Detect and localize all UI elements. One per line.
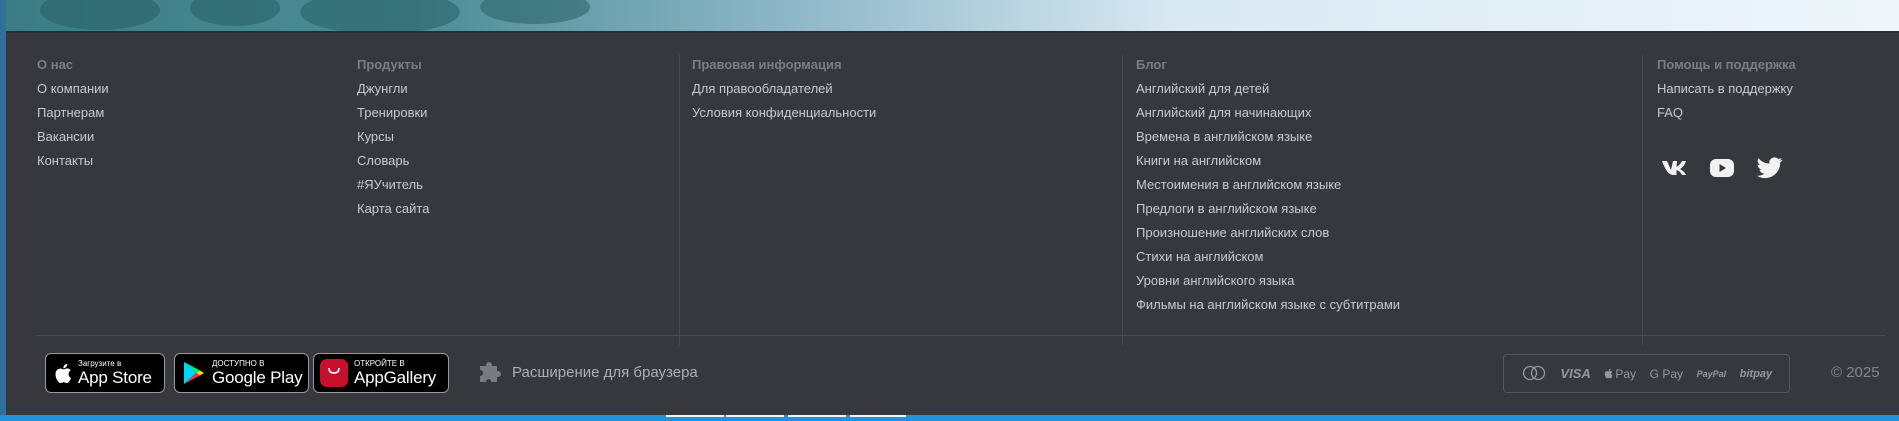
vk-icon[interactable] xyxy=(1661,155,1687,181)
footer-link-blog-beginners[interactable]: Английский для начинающих xyxy=(1136,105,1400,129)
footer-link-blog-pronunciation[interactable]: Произношение английских слов xyxy=(1136,225,1400,249)
footer-link-blog-poems[interactable]: Стихи на английском xyxy=(1136,249,1400,273)
visa-logo: VISA xyxy=(1560,366,1591,381)
footer-link-jungle[interactable]: Джунгли xyxy=(357,81,429,105)
footer-link-contacts[interactable]: Контакты xyxy=(37,153,109,177)
bottom-strip xyxy=(0,415,1899,421)
footer-link-sitemap[interactable]: Карта сайта xyxy=(357,201,429,225)
app-store-badge[interactable]: Загрузите в App Store xyxy=(45,353,165,393)
footer-link-vacancies[interactable]: Вакансии xyxy=(37,129,109,153)
column-title: Продукты xyxy=(357,57,422,72)
column-title: О нас xyxy=(37,57,74,72)
footer-link-write-support[interactable]: Написать в поддержку xyxy=(1657,81,1796,105)
store-name: AppGallery xyxy=(354,368,437,387)
social-links xyxy=(1661,155,1783,181)
store-caption: ДОСТУПНО В xyxy=(212,359,265,368)
footer-column-blog: Блог Английский для детей Английский для… xyxy=(1136,57,1400,321)
google-pay-logo: G Pay xyxy=(1649,366,1684,381)
paypal-logo: PayPal xyxy=(1696,368,1727,379)
footer-link-blog-pronouns[interactable]: Местоимения в английском языке xyxy=(1136,177,1400,201)
store-caption: ОТКРОЙТЕ В xyxy=(354,359,405,368)
google-play-icon xyxy=(183,361,205,385)
column-title: Помощь и поддержка xyxy=(1657,57,1796,72)
apple-icon xyxy=(54,363,72,384)
extension-label: Расширение для браузера xyxy=(512,363,698,381)
column-divider xyxy=(1122,55,1123,345)
footer-link-blog-books[interactable]: Книги на английском xyxy=(1136,153,1400,177)
browser-extension-link[interactable]: Расширение для браузера xyxy=(478,360,698,384)
column-divider xyxy=(679,55,680,345)
mastercard-icon xyxy=(1521,365,1547,383)
footer-link-partners[interactable]: Партнерам xyxy=(37,105,109,129)
footer-link-blog-tenses[interactable]: Времена в английском языке xyxy=(1136,129,1400,153)
footer-link-courses[interactable]: Курсы xyxy=(357,129,429,153)
footer-column-support: Помощь и поддержка Написать в поддержку … xyxy=(1657,57,1796,129)
footer-link-about-company[interactable]: О компании xyxy=(37,81,109,105)
footer-link-privacy[interactable]: Условия конфиденциальности xyxy=(692,105,876,129)
store-name: App Store xyxy=(78,368,152,387)
huawei-icon xyxy=(320,359,348,387)
youtube-icon[interactable] xyxy=(1709,155,1735,181)
footer-link-faq[interactable]: FAQ xyxy=(1657,105,1796,129)
store-caption: Загрузите в xyxy=(78,359,122,368)
top-banner xyxy=(0,0,1899,34)
store-name: Google Play xyxy=(212,368,303,387)
footer-link-rights-holders[interactable]: Для правообладателей xyxy=(692,81,876,105)
footer-link-blog-kids[interactable]: Английский для детей xyxy=(1136,81,1400,105)
footer-link-blog-levels[interactable]: Уровни английского языка xyxy=(1136,273,1400,297)
copyright: © 2025 xyxy=(1831,364,1880,381)
footer-column-products: Продукты Джунгли Тренировки Курсы Словар… xyxy=(357,57,429,225)
column-divider xyxy=(1642,55,1643,345)
footer-column-legal: Правовая информация Для правообладателей… xyxy=(692,57,876,129)
puzzle-icon xyxy=(478,360,502,384)
footer-column-about: О нас О компании Партнерам Вакансии Конт… xyxy=(37,57,109,177)
footer-divider xyxy=(36,335,1886,336)
site-footer: О нас О компании Партнерам Вакансии Конт… xyxy=(6,33,1899,415)
payment-methods: VISA Pay G Pay PayPal bitpay xyxy=(1503,354,1790,393)
footer-link-trainings[interactable]: Тренировки xyxy=(357,105,429,129)
column-title: Правовая информация xyxy=(692,57,842,72)
footer-link-ya-teacher[interactable]: #ЯУчитель xyxy=(357,177,429,201)
footer-link-blog-films[interactable]: Фильмы на английском языке с субтитрами xyxy=(1136,297,1400,321)
bitpay-logo: bitpay xyxy=(1739,367,1773,380)
footer-link-blog-prepositions[interactable]: Предлоги в английском языке xyxy=(1136,201,1400,225)
twitter-icon[interactable] xyxy=(1757,155,1783,181)
apple-pay-text: Pay xyxy=(1615,366,1637,381)
column-title: Блог xyxy=(1136,57,1167,72)
app-gallery-badge[interactable]: ОТКРОЙТЕ В AppGallery xyxy=(313,353,449,393)
footer-link-dictionary[interactable]: Словарь xyxy=(357,153,429,177)
apple-pay-logo: Pay xyxy=(1604,367,1636,381)
google-play-badge[interactable]: ДОСТУПНО В Google Play xyxy=(174,353,309,393)
